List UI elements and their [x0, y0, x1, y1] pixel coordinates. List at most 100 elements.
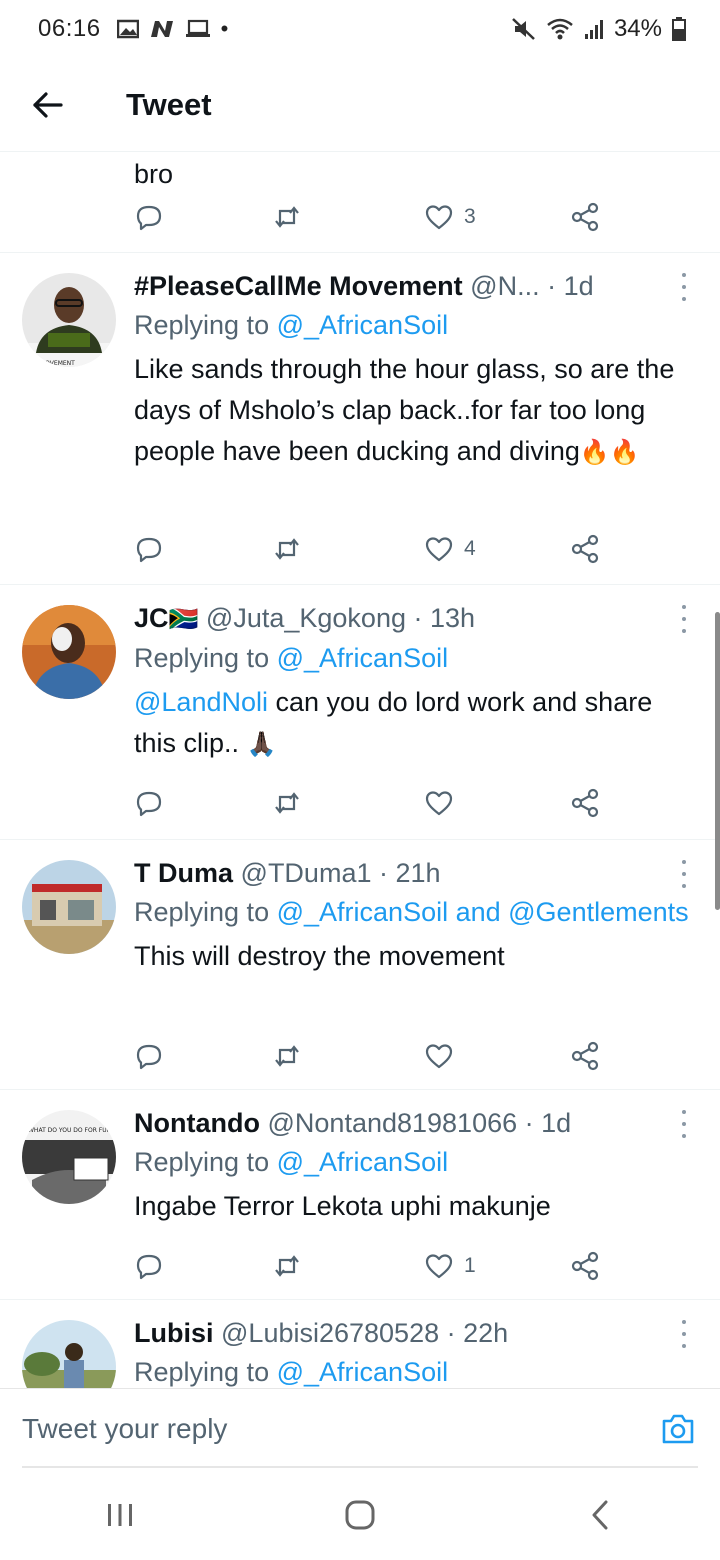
back-button[interactable] [12, 69, 84, 141]
replying-to-mention[interactable]: @_AfricanSoil and @Gentlements [277, 897, 689, 927]
tweet-time: · 1d [547, 271, 594, 301]
author-name[interactable]: Lubisi [134, 1318, 214, 1348]
tweet-actions [134, 1036, 614, 1076]
tweet-meta: T Duma @TDuma1 · 21h [134, 854, 690, 892]
tweet[interactable]: WHAT DO YOU DO FOR FUN? Nontando @Nontan… [0, 1090, 720, 1300]
reply-button[interactable] [134, 1246, 164, 1286]
status-time: 06:16 [38, 15, 101, 42]
camera-button[interactable] [660, 1411, 696, 1447]
app-header: Tweet [0, 58, 720, 152]
reply-input[interactable] [22, 1411, 622, 1447]
share-button[interactable] [570, 1246, 600, 1286]
tweet[interactable]: MOVEMENT #PleaseCallMe Movement @N... · … [0, 253, 720, 585]
retweet-icon [275, 206, 299, 228]
avatar-image [22, 860, 116, 954]
heart-icon [425, 205, 453, 230]
replying-to-mention[interactable]: @_AfricanSoil [277, 643, 448, 673]
reply-feed[interactable]: bro 3 MOVEMENT #PleaseCallMe Movement @N… [0, 152, 720, 1388]
mention-link[interactable]: @LandNoli [134, 687, 268, 717]
reply-button[interactable] [134, 197, 164, 237]
replying-to-mention[interactable]: @_AfricanSoil [277, 310, 448, 340]
like-button[interactable]: 4 [424, 529, 476, 569]
camera-icon [662, 1414, 694, 1444]
avatar-label: WHAT DO YOU DO FOR FUN? [28, 1127, 114, 1134]
avatar-image: MOVEMENT [22, 273, 116, 367]
scrollbar[interactable] [715, 612, 720, 910]
like-button[interactable]: 3 [424, 197, 476, 237]
retweet-button[interactable] [272, 1036, 302, 1076]
reply-icon [136, 205, 162, 231]
share-button[interactable] [570, 1036, 600, 1076]
share-button[interactable] [570, 783, 600, 823]
retweet-icon [275, 1255, 299, 1277]
like-button[interactable] [424, 783, 454, 823]
replying-to-label: Replying to [134, 1357, 270, 1387]
tweet-actions [134, 783, 614, 823]
replying-to-mention[interactable]: @_AfricanSoil [277, 1357, 448, 1387]
composer-divider [22, 1466, 698, 1468]
tweet-meta: #PleaseCallMe Movement @N... · 1d [134, 267, 690, 305]
like-button[interactable] [424, 1036, 454, 1076]
like-button[interactable]: 1 [424, 1246, 476, 1286]
reply-button[interactable] [134, 529, 164, 569]
replying-to: Replying to @_AfricanSoil [134, 638, 690, 678]
author-name[interactable]: Nontando [134, 1108, 260, 1138]
author-name[interactable]: #PleaseCallMe Movement [134, 271, 463, 301]
tweet-time: · 1d [524, 1108, 572, 1138]
reply-icon [136, 537, 162, 563]
author-handle[interactable]: @Nontand81981066 [268, 1108, 518, 1138]
avatar[interactable] [22, 605, 116, 699]
gallery-icon [116, 19, 139, 39]
replying-to-label: Replying to [134, 1147, 270, 1177]
author-handle[interactable]: @Juta_Kgokong [206, 603, 406, 633]
avatar-image [22, 1320, 116, 1388]
author-handle[interactable]: @N... [470, 271, 539, 301]
recent-apps-icon [108, 1504, 132, 1526]
tweet[interactable]: JC🇿🇦 @Juta_Kgokong · 13h Replying to @_A… [0, 585, 720, 840]
praying-hands-emoji: 🙏🏿 [246, 730, 277, 758]
replying-to: Replying to @_AfricanSoil [134, 1142, 690, 1182]
author-handle[interactable]: @TDuma1 [241, 858, 372, 888]
avatar[interactable] [22, 1320, 116, 1388]
tweet-text: bro [134, 159, 174, 189]
tweet-meta: Nontando @Nontand81981066 · 1d [134, 1104, 690, 1142]
tweet[interactable]: T Duma @TDuma1 · 21h Replying to @_Afric… [0, 840, 720, 1090]
tweet-meta: JC🇿🇦 @Juta_Kgokong · 13h [134, 599, 690, 638]
share-icon [571, 202, 599, 232]
replying-to-mention[interactable]: @_AfricanSoil [277, 1147, 448, 1177]
notification-dot: • [220, 16, 229, 41]
reply-button[interactable] [134, 1036, 164, 1076]
reply-icon [136, 1044, 162, 1070]
avatar[interactable]: MOVEMENT [22, 273, 116, 367]
reply-button[interactable] [134, 783, 164, 823]
status-bar: 06:16 • 34% [0, 0, 720, 58]
share-button[interactable] [570, 197, 600, 237]
chevron-left-icon [592, 1500, 608, 1530]
tweet-time: · 21h [379, 858, 441, 888]
recent-apps-button[interactable] [60, 1480, 180, 1550]
system-back-button[interactable] [540, 1480, 660, 1550]
signal-icon [584, 20, 603, 39]
retweet-button[interactable] [272, 1246, 302, 1286]
share-icon [571, 788, 599, 818]
tweet-partial[interactable]: bro 3 [0, 152, 720, 253]
author-handle[interactable]: @Lubisi26780528 [221, 1318, 439, 1348]
retweet-button[interactable] [272, 783, 302, 823]
tweet-actions: 1 [134, 1246, 614, 1286]
author-name[interactable]: JC [134, 603, 169, 633]
replying-to-label: Replying to [134, 897, 270, 927]
retweet-button[interactable] [272, 529, 302, 569]
author-name[interactable]: T Duma [134, 858, 233, 888]
retweet-button[interactable] [272, 197, 302, 237]
tweet[interactable]: Lubisi @Lubisi26780528 · 22h Replying to… [0, 1300, 720, 1388]
like-count: 3 [464, 205, 476, 228]
avatar[interactable] [22, 860, 116, 954]
like-count: 1 [464, 1254, 476, 1277]
share-button[interactable] [570, 529, 600, 569]
avatar-image: WHAT DO YOU DO FOR FUN? [22, 1110, 116, 1204]
share-icon [571, 1041, 599, 1071]
home-icon [345, 1500, 375, 1530]
heart-icon [425, 791, 453, 816]
home-button[interactable] [300, 1480, 420, 1550]
avatar[interactable]: WHAT DO YOU DO FOR FUN? [22, 1110, 116, 1204]
